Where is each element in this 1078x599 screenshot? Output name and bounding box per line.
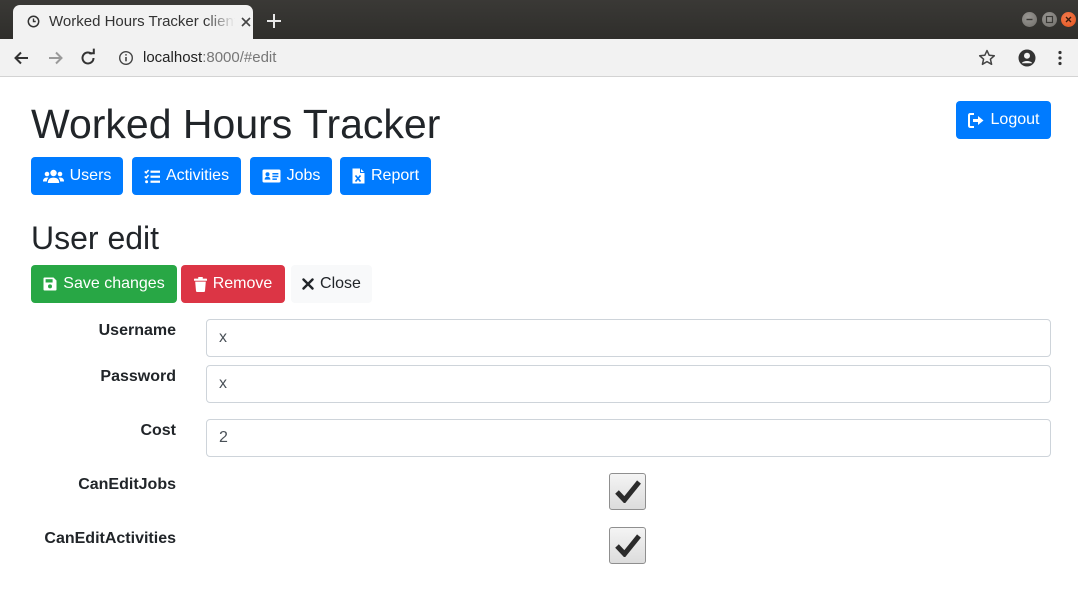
checkmark-icon — [615, 480, 641, 503]
trash-icon — [193, 276, 207, 292]
menu-kebab-icon[interactable] — [1050, 48, 1070, 68]
nav-users-button[interactable]: Users — [31, 157, 123, 195]
checkmark-icon — [615, 534, 641, 557]
window-minimize-button[interactable] — [1022, 12, 1037, 27]
can-edit-jobs-label: CanEditJobs — [78, 476, 176, 493]
close-x-icon — [302, 278, 314, 290]
window-close-button[interactable] — [1061, 12, 1076, 27]
save-changes-button[interactable]: Save changes — [31, 265, 177, 303]
close-tab-icon[interactable] — [239, 15, 253, 29]
nav-activities-label: Activities — [165, 167, 230, 184]
clock-icon — [27, 15, 40, 28]
nav-jobs-button[interactable]: Jobs — [250, 157, 332, 195]
nav-users-label: Users — [69, 167, 112, 184]
reload-icon[interactable] — [78, 48, 98, 68]
floppy-disk-icon — [43, 277, 57, 291]
bookmark-star-icon[interactable] — [977, 48, 997, 68]
password-label: Password — [100, 368, 176, 385]
cost-label: Cost — [140, 422, 176, 439]
remove-button[interactable]: Remove — [181, 265, 285, 303]
remove-label: Remove — [212, 275, 273, 292]
task-list-icon — [144, 168, 160, 183]
can-edit-activities-checkbox[interactable] — [609, 527, 646, 564]
back-arrow-icon[interactable] — [12, 48, 32, 68]
new-tab-icon[interactable] — [265, 12, 283, 30]
username-field[interactable] — [206, 319, 1051, 357]
close-button[interactable]: Close — [291, 265, 372, 303]
page-title: Worked Hours Tracker — [31, 101, 441, 147]
username-label: Username — [98, 322, 176, 339]
url-host: localhost — [143, 49, 203, 66]
section-title: User edit — [31, 220, 160, 256]
users-icon — [42, 169, 64, 183]
nav-report-button[interactable]: Report — [340, 157, 431, 195]
tab-title: Worked Hours Tracker client — [49, 13, 235, 30]
excel-file-icon — [352, 168, 365, 184]
site-info-icon[interactable] — [118, 50, 134, 66]
id-card-icon — [262, 169, 281, 183]
password-field[interactable] — [206, 365, 1051, 403]
address-bar[interactable]: localhost:8000/#edit — [143, 49, 276, 66]
nav-activities-button[interactable]: Activities — [132, 157, 241, 195]
logout-label: Logout — [990, 111, 1040, 128]
close-label: Close — [320, 275, 361, 292]
can-edit-activities-label: CanEditActivities — [44, 530, 176, 547]
url-path: :8000/#edit — [202, 49, 277, 66]
nav-jobs-label: Jobs — [286, 167, 321, 184]
forward-arrow-icon[interactable] — [45, 48, 65, 68]
browser-tab-bar: Worked Hours Tracker client — [0, 0, 1078, 39]
save-changes-label: Save changes — [63, 275, 165, 292]
nav-report-label: Report — [370, 167, 420, 184]
window-maximize-button[interactable] — [1042, 12, 1057, 27]
browser-tab[interactable]: Worked Hours Tracker client — [13, 5, 253, 39]
sign-out-icon — [967, 112, 984, 128]
account-icon[interactable] — [1017, 48, 1037, 68]
logout-button[interactable]: Logout — [956, 101, 1051, 139]
cost-field[interactable] — [206, 419, 1051, 457]
can-edit-jobs-checkbox[interactable] — [609, 473, 646, 510]
